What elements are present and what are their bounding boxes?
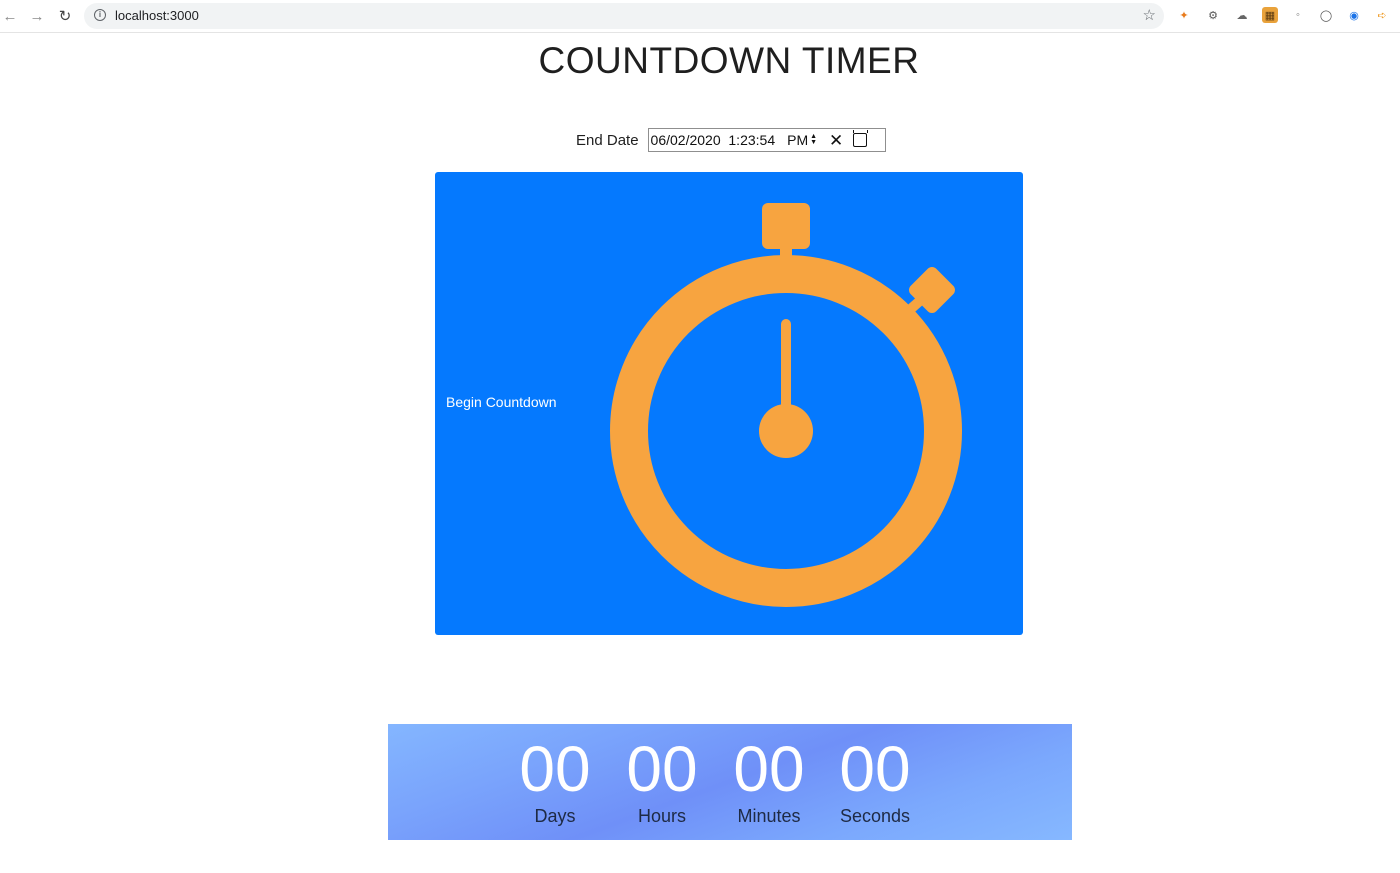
cloud-extension-icon[interactable]: ☁	[1234, 7, 1250, 23]
days-label: Days	[534, 806, 576, 826]
url-text[interactable]: localhost:3000	[115, 8, 199, 23]
giraffe-extension-icon[interactable]: ▦	[1262, 7, 1278, 23]
begin-countdown-button[interactable]: Begin Countdown	[446, 394, 557, 410]
stopwatch-crown	[762, 203, 810, 249]
seconds-value: 00	[839, 733, 911, 805]
spinner-icon[interactable]: ▲ ▼	[810, 133, 817, 146]
hours-label: Hours	[637, 806, 686, 826]
hours-unit: 00 Hours	[617, 732, 707, 827]
stopwatch-hub	[759, 404, 813, 458]
clear-icon[interactable]: ✕	[829, 132, 843, 149]
reload-icon[interactable]: ↻	[55, 6, 75, 26]
days-unit: 00 Days	[510, 732, 600, 827]
days-value: 00	[519, 733, 591, 805]
minutes-unit: 00 Minutes	[724, 732, 814, 827]
page-title: COUNTDOWN TIMER	[538, 40, 920, 81]
minutes-value: 00	[733, 733, 805, 805]
ampm-field[interactable]: PM	[787, 132, 808, 148]
end-date-label: End Date	[576, 131, 639, 149]
ring-extension-icon[interactable]: ◉	[1346, 7, 1362, 23]
minutes-label: Minutes	[737, 806, 801, 826]
calendar-icon[interactable]	[852, 130, 868, 147]
puzzle-extension-icon[interactable]: ⚙	[1205, 7, 1221, 23]
forward-arrow-icon[interactable]: →	[27, 6, 47, 26]
countdown-panel: Begin Countdown	[435, 172, 1023, 635]
dot-extension-icon[interactable]: ◦	[1290, 7, 1306, 23]
seconds-label: Seconds	[839, 806, 911, 826]
circle-extension-icon[interactable]: ◯	[1318, 7, 1334, 23]
end-date-row: End Date 06/02/2020 1:23:54 PM ▲ ▼ ✕	[576, 127, 886, 153]
fox-extension-icon[interactable]: ✦	[1176, 7, 1192, 23]
end-date-input[interactable]: 06/02/2020 1:23:54 PM ▲ ▼ ✕	[647, 128, 886, 152]
arrow-extension-icon[interactable]: ➪	[1374, 7, 1390, 23]
hours-value: 00	[626, 733, 698, 805]
address-bar[interactable]: i localhost:3000 ☆	[84, 3, 1164, 29]
bookmark-star-icon[interactable]: ☆	[1143, 6, 1156, 24]
seconds-unit: 00 Seconds	[830, 732, 920, 827]
back-arrow-icon[interactable]: ←	[0, 6, 20, 26]
site-info-icon[interactable]: i	[94, 9, 106, 21]
stopwatch-hand	[781, 319, 791, 415]
countdown-display: 00 Days 00 Hours 00 Minutes 00 Seconds	[388, 724, 1072, 840]
end-date-value[interactable]: 06/02/2020 1:23:54	[651, 132, 776, 148]
browser-toolbar: ← → ↻ i localhost:3000 ☆ ✦ ⚙ ☁ ▦ ◦ ◯ ◉ ➪	[0, 0, 1400, 33]
